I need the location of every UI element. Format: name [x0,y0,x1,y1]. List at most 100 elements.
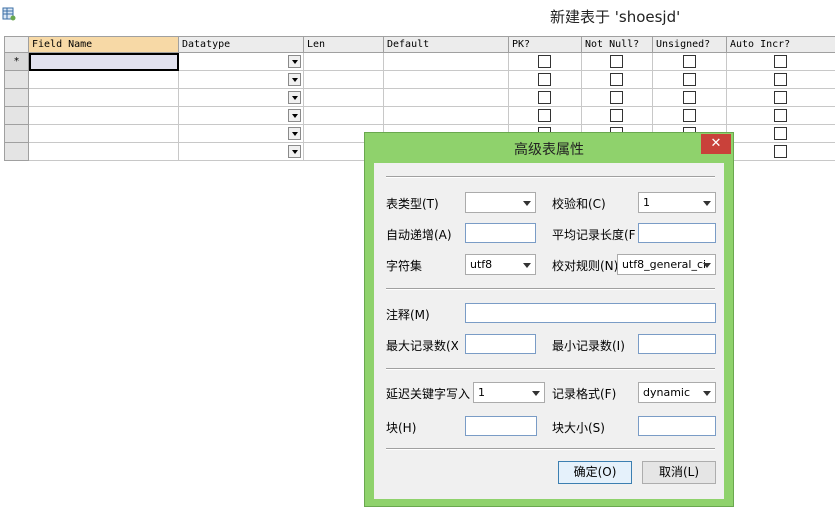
auto-incr-checkbox[interactable] [774,145,787,158]
dropdown-arrow-icon[interactable] [288,73,301,86]
column-header-datatype[interactable]: Datatype [178,36,304,53]
column-header-field-name[interactable]: Field Name [28,36,179,53]
dropdown-arrow-icon[interactable] [288,55,301,68]
auto-incr-checkbox[interactable] [774,127,787,140]
column-header-pk[interactable]: PK? [508,36,582,53]
delay-key-write-label: 延迟关键字写入 [386,387,471,401]
len-cell[interactable] [303,106,384,125]
not-null-cell [581,106,653,125]
unsigned-checkbox[interactable] [682,73,696,86]
comment-input[interactable] [465,303,716,323]
len-cell[interactable] [303,88,384,107]
default-cell[interactable] [383,70,509,89]
checksum-label: 校验和(C) [552,197,606,211]
row-header[interactable] [4,142,29,161]
unsigned-checkbox[interactable] [682,91,696,104]
default-cell[interactable] [383,88,509,107]
dropdown-arrow-icon[interactable] [288,91,301,104]
block-input[interactable] [465,416,537,436]
checksum-value: 1 [643,196,650,209]
unsigned-checkbox[interactable] [682,109,696,122]
charset-select[interactable]: utf8 [465,254,536,275]
dropdown-arrow-icon[interactable] [288,145,301,158]
not-null-checkbox[interactable] [610,91,623,104]
datatype-cell[interactable] [178,106,304,125]
field-name-cell[interactable] [28,88,179,107]
table-type-select[interactable] [465,192,536,213]
row-header[interactable] [4,106,29,125]
unsigned-cell [652,88,727,107]
table-row[interactable] [4,106,835,125]
row-header[interactable] [4,70,29,89]
row-header-current[interactable]: * [4,52,29,71]
unsigned-cell [652,52,727,71]
len-cell[interactable] [303,70,384,89]
chevron-down-icon [703,263,711,268]
column-header-len[interactable]: Len [303,36,384,53]
datatype-cell[interactable] [178,52,304,71]
collation-select[interactable]: utf8_general_ci [617,254,716,275]
block-size-input[interactable] [638,416,716,436]
datatype-cell[interactable] [178,124,304,143]
not-null-checkbox[interactable] [610,73,623,86]
datatype-cell[interactable] [178,142,304,161]
avg-row-length-input[interactable] [638,223,716,243]
auto-increment-input[interactable] [465,223,536,243]
pk-cell [508,52,582,71]
cancel-button[interactable]: 取消(L) [642,461,716,484]
not-null-cell [581,88,653,107]
default-cell[interactable] [383,52,509,71]
chevron-down-icon [703,391,711,396]
charset-value: utf8 [470,258,493,271]
not-null-checkbox[interactable] [610,109,623,122]
row-format-value: dynamic [643,386,691,399]
auto-incr-checkbox[interactable] [774,109,787,122]
not-null-cell [581,70,653,89]
len-cell[interactable] [303,52,384,71]
auto-incr-checkbox[interactable] [774,91,787,104]
row-header[interactable] [4,124,29,143]
table-row[interactable]: * [4,52,835,71]
row-header[interactable] [4,88,29,107]
column-header-auto-incr[interactable]: Auto Incr? [726,36,835,53]
pk-checkbox[interactable] [538,73,551,86]
auto-incr-checkbox[interactable] [774,55,787,68]
close-icon[interactable]: ✕ [701,134,731,154]
column-header-not-null[interactable]: Not Null? [581,36,653,53]
auto-incr-cell [726,142,835,161]
ok-button[interactable]: 确定(O) [558,461,632,484]
avg-row-length-label: 平均记录长度(F [552,228,636,242]
field-name-cell[interactable] [28,142,179,161]
field-name-cell[interactable] [28,70,179,89]
checksum-select[interactable]: 1 [638,192,716,213]
comment-label: 注释(M) [386,308,430,322]
pk-checkbox[interactable] [538,91,551,104]
datatype-cell[interactable] [178,88,304,107]
unsigned-checkbox[interactable] [682,55,696,68]
field-name-cell[interactable] [28,106,179,125]
not-null-checkbox[interactable] [610,55,623,68]
advanced-table-properties-dialog: 高级表属性 ✕ 表类型(T) 校验和(C) 1 自动递增(A) 平均记录长度(F… [364,132,734,507]
auto-incr-cell [726,106,835,125]
delay-key-write-select[interactable]: 1 [473,382,545,403]
dialog-body: 表类型(T) 校验和(C) 1 自动递增(A) 平均记录长度(F 字符集 utf… [374,163,724,499]
dropdown-arrow-icon[interactable] [288,109,301,122]
pk-checkbox[interactable] [538,55,551,68]
field-name-cell[interactable] [28,124,179,143]
row-format-select[interactable]: dynamic [638,382,716,403]
dropdown-arrow-icon[interactable] [288,127,301,140]
column-header-default[interactable]: Default [383,36,509,53]
table-row[interactable] [4,70,835,89]
pk-checkbox[interactable] [538,109,551,122]
table-type-label: 表类型(T) [386,197,439,211]
auto-incr-checkbox[interactable] [774,73,787,86]
min-rows-input[interactable] [638,334,716,354]
datatype-cell[interactable] [178,70,304,89]
auto-increment-label: 自动递增(A) [386,228,452,242]
field-name-cell[interactable] [28,52,179,71]
column-header-unsigned[interactable]: Unsigned? [652,36,727,53]
min-rows-label: 最小记录数(I) [552,339,625,353]
default-cell[interactable] [383,106,509,125]
max-rows-input[interactable] [465,334,536,354]
table-row[interactable] [4,88,835,107]
